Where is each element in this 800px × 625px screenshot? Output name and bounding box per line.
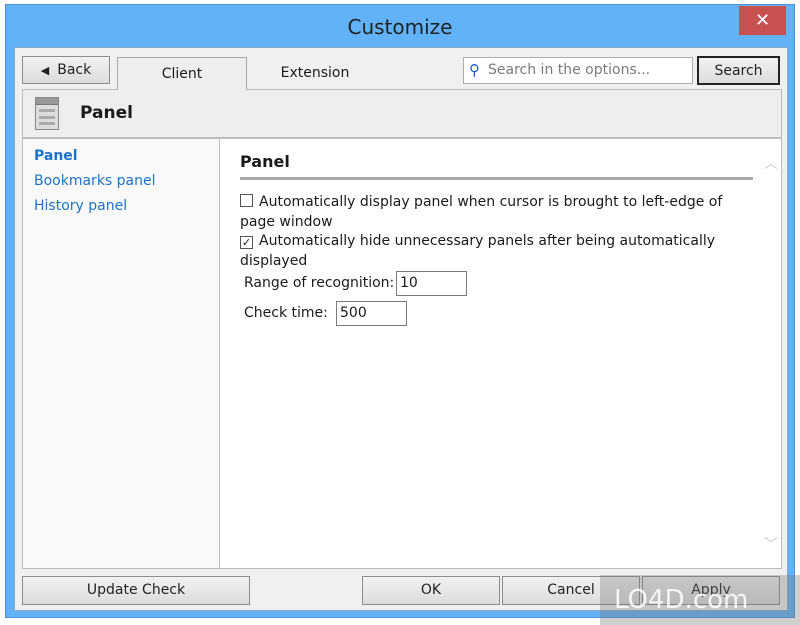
option-label: Automatically hide unnecessary panels af… [240,233,716,269]
range-input[interactable]: 10 [396,271,467,296]
options-pane: Panel Automatically display panel when c… [221,139,781,568]
page-header: Panel [22,89,782,138]
sidebar-item-panel[interactable]: Panel [34,148,78,164]
option-auto-hide[interactable]: ✓ Automatically hide unnecessary panels a… [240,231,750,271]
back-label: Back [57,62,92,78]
back-arrow-icon: ◀ [40,64,50,77]
search-icon: ⚲ [469,61,480,79]
window: Customize ✕ ◀ Back Client Extension ⚲ Sear… [5,4,795,618]
search-placeholder: Search in the options... [488,62,651,78]
checkbox-auto-display[interactable] [240,194,253,207]
option-label: Automatically display panel when cursor … [240,194,723,230]
window-title: Customize [347,15,453,39]
ok-button[interactable]: OK [362,576,500,605]
sidebar-item-bookmarks-panel[interactable]: Bookmarks panel [34,173,156,189]
watermark: LO4D.com [600,575,800,625]
sidebar: Panel Bookmarks panel History panel [23,139,220,568]
check-time-label: Check time: [244,305,328,321]
search-input[interactable]: ⚲ Search in the options... [463,57,693,84]
panel-icon [35,97,59,130]
search-button[interactable]: Search [697,56,780,85]
tab-client[interactable]: Client [117,57,247,90]
client-area: ◀ Back Client Extension ⚲ Search in the op… [14,47,788,611]
sidebar-item-history-panel[interactable]: History panel [34,198,127,214]
scroll-down-icon[interactable]: ﹀ [764,534,778,554]
checkbox-auto-hide[interactable]: ✓ [240,236,253,249]
update-check-button[interactable]: Update Check [22,576,250,605]
scrollbar[interactable]: ︿ ﹀ [761,139,781,568]
option-auto-display[interactable]: Automatically display panel when cursor … [240,192,750,232]
section-title: Panel [240,152,290,171]
section-divider [240,177,753,180]
tab-extension[interactable]: Extension [255,57,375,90]
close-button[interactable]: ✕ [739,6,786,35]
content-area: Panel Bookmarks panel History panel Pane… [22,138,782,569]
check-time-input[interactable]: 500 [336,301,407,326]
page-title: Panel [80,103,133,123]
scroll-up-icon[interactable]: ︿ [764,153,778,173]
close-icon: ✕ [754,10,771,31]
back-button[interactable]: ◀ Back [22,56,110,84]
range-label: Range of recognition: [244,275,395,291]
